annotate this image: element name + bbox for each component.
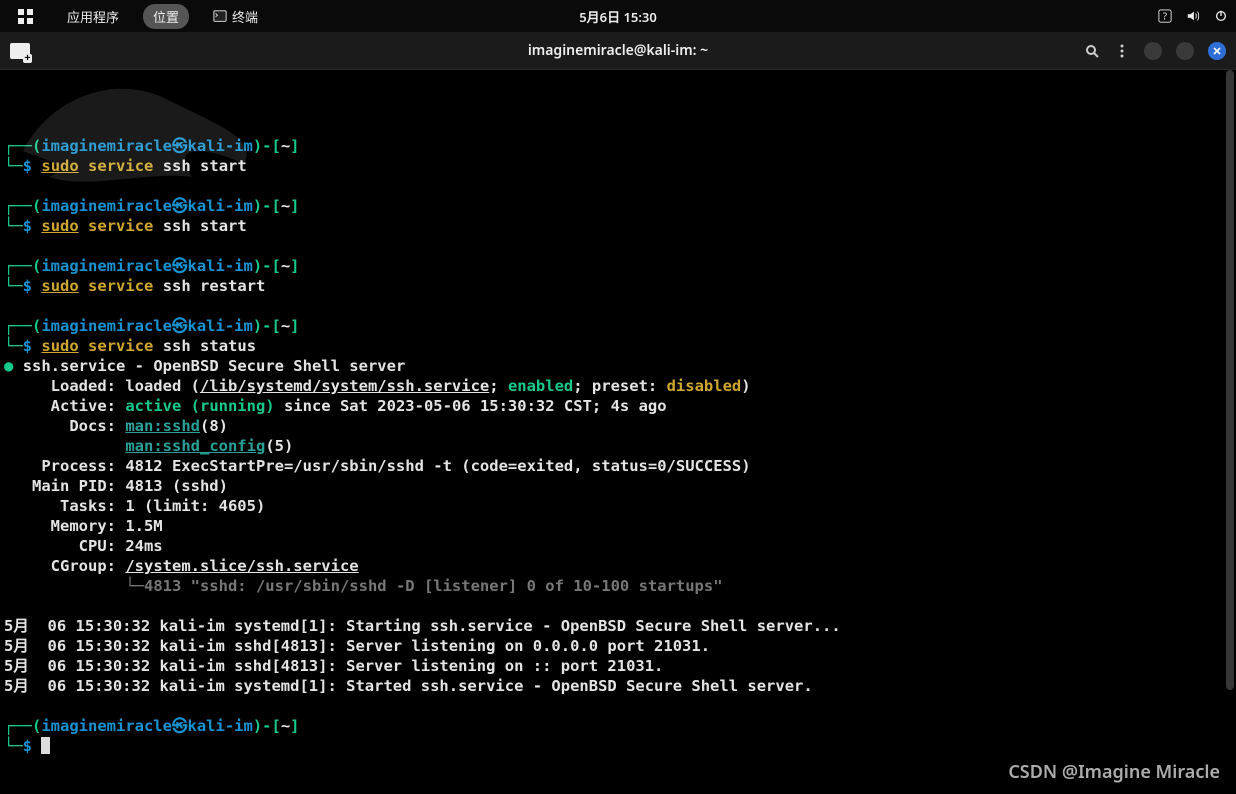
terminal-icon xyxy=(213,9,227,23)
terminal-body[interactable]: ┌──(imaginemiracle㉿kali-im)-[~] └─$ sudo… xyxy=(0,70,1236,794)
volume-icon[interactable] xyxy=(1186,9,1200,23)
places-label: 位置 xyxy=(153,7,179,26)
clock[interactable]: 5月6日 15:30 xyxy=(579,7,657,26)
csdn-watermark: CSDN @Imagine Miracle xyxy=(1008,762,1220,782)
window-titlebar: imaginemiracle@kali-im: ~ xyxy=(0,32,1236,70)
help-icon[interactable]: ? xyxy=(1158,9,1172,23)
activities-button[interactable] xyxy=(8,6,43,27)
terminal-taskbar-item[interactable]: 终端 xyxy=(203,4,268,29)
svg-text:?: ? xyxy=(1163,10,1167,23)
power-icon[interactable] xyxy=(1214,9,1228,23)
activities-grid-icon xyxy=(18,9,33,24)
terminal-cursor xyxy=(41,737,50,754)
scrollbar-thumb[interactable] xyxy=(1226,70,1234,690)
window-title: imaginemiracle@kali-im: ~ xyxy=(528,41,708,60)
applications-label: 应用程序 xyxy=(67,7,119,26)
places-menu[interactable]: 位置 xyxy=(143,4,189,29)
window-close-button[interactable] xyxy=(1208,42,1226,60)
close-icon xyxy=(1212,46,1222,56)
terminal-taskbar-label: 终端 xyxy=(232,7,258,26)
window-minimize-button[interactable] xyxy=(1144,42,1162,60)
search-icon[interactable] xyxy=(1084,43,1100,59)
applications-menu[interactable]: 应用程序 xyxy=(57,4,129,29)
menu-icon[interactable] xyxy=(1114,43,1130,59)
gnome-top-panel: 应用程序 位置 终端 5月6日 15:30 ? xyxy=(0,0,1236,32)
terminal-output: ┌──(imaginemiracle㉿kali-im)-[~] └─$ sudo… xyxy=(4,116,1232,756)
new-tab-button[interactable] xyxy=(10,43,30,59)
window-maximize-button[interactable] xyxy=(1176,42,1194,60)
